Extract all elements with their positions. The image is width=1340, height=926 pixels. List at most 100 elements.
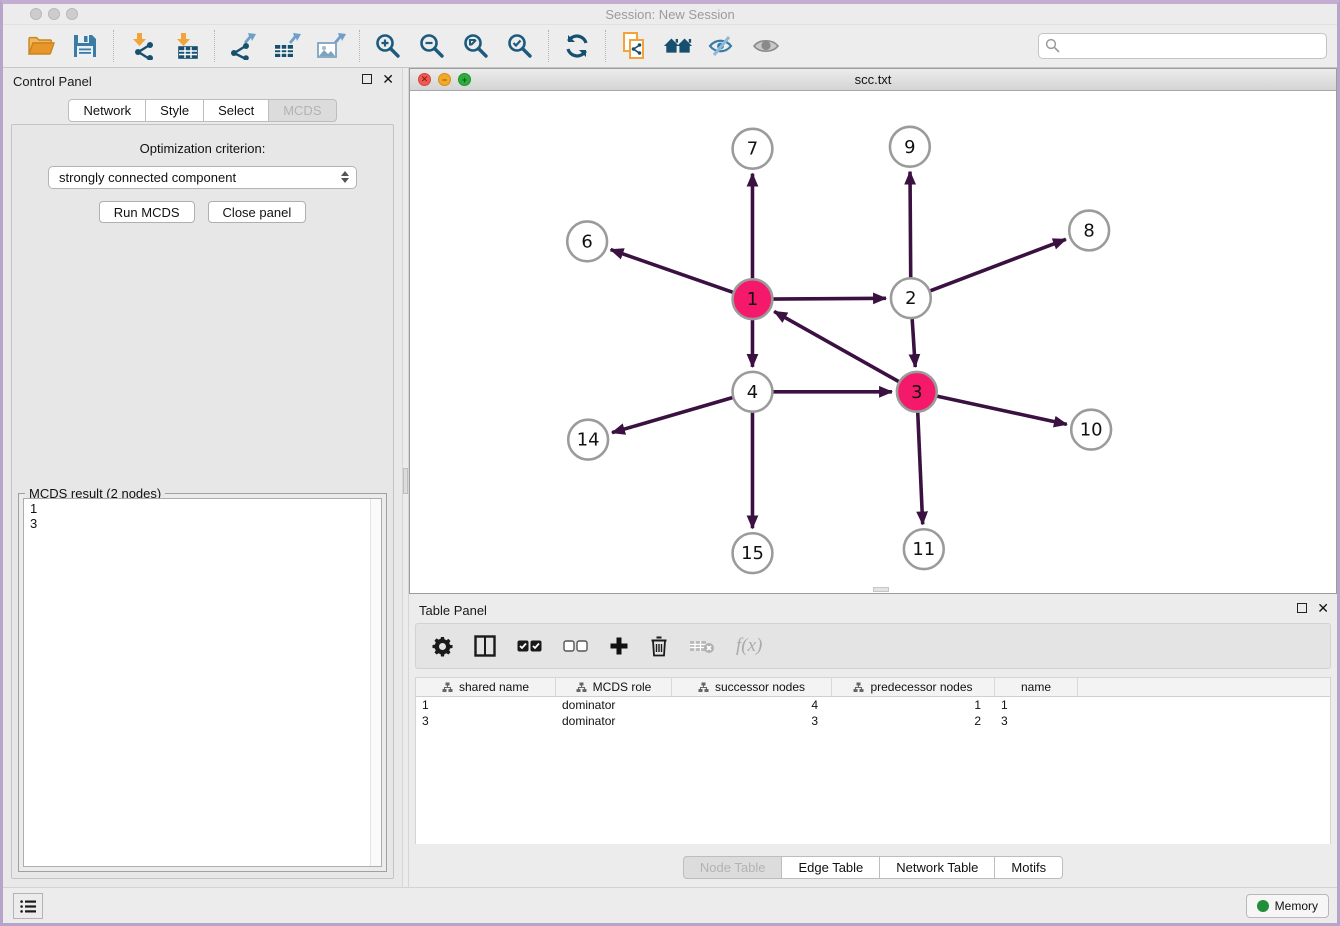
graph-edge-2-3[interactable] xyxy=(912,315,915,367)
cyndex-browse-button[interactable] xyxy=(663,31,693,61)
save-disk-icon xyxy=(72,33,98,59)
graph-node-11[interactable]: 11 xyxy=(904,529,944,569)
tab-motifs[interactable]: Motifs xyxy=(995,856,1063,879)
graph-node-8[interactable]: 8 xyxy=(1069,211,1109,251)
graph-node-label: 15 xyxy=(741,543,764,564)
tab-edge-table[interactable]: Edge Table xyxy=(782,856,880,879)
float-table-panel-icon[interactable] xyxy=(1297,603,1307,613)
delete-table-button[interactable] xyxy=(689,638,715,654)
export-network-button[interactable] xyxy=(228,31,258,61)
os-titlebar: Session: New Session xyxy=(3,4,1337,25)
column-header-predecessor-nodes[interactable]: predecessor nodes xyxy=(832,678,995,696)
import-table-button[interactable] xyxy=(171,31,201,61)
table-row[interactable]: 3dominator323 xyxy=(416,713,1330,729)
table-cell[interactable]: dominator xyxy=(556,713,672,729)
network-graph[interactable]: 7 9 6 8 1 2 4 3 14 10 15 11 xyxy=(410,91,1336,593)
run-mcds-button[interactable]: Run MCDS xyxy=(99,201,195,223)
graph-node-1[interactable]: 1 xyxy=(733,279,773,319)
show-graphics-button[interactable] xyxy=(751,31,781,61)
network-canvas[interactable]: 7 9 6 8 1 2 4 3 14 10 15 11 xyxy=(410,91,1336,593)
graph-node-15[interactable]: 15 xyxy=(733,533,773,573)
graph-node-14[interactable]: 14 xyxy=(568,420,608,460)
result-scrollbar[interactable] xyxy=(370,499,381,866)
table-cell[interactable]: 1 xyxy=(995,697,1078,713)
canvas-resize-grip[interactable] xyxy=(873,587,889,592)
export-image-button[interactable] xyxy=(316,31,346,61)
hide-graphics-button[interactable] xyxy=(707,31,737,61)
tab-style[interactable]: Style xyxy=(146,99,204,122)
memory-button[interactable]: Memory xyxy=(1246,894,1329,918)
graph-edge-1-6[interactable] xyxy=(611,250,737,294)
show-task-history-button[interactable] xyxy=(13,893,43,919)
graph-node-9[interactable]: 9 xyxy=(890,127,930,167)
column-header-successor-nodes[interactable]: successor nodes xyxy=(672,678,832,696)
graph-edge-3-1[interactable] xyxy=(774,311,902,383)
optimization-label: Optimization criterion: xyxy=(12,141,393,156)
table-options-button[interactable] xyxy=(432,636,453,657)
search-input[interactable] xyxy=(1038,33,1327,59)
table-cell[interactable]: 2 xyxy=(832,713,995,729)
table-cell[interactable]: 1 xyxy=(832,697,995,713)
export-table-icon xyxy=(272,32,302,60)
table-cell[interactable]: 4 xyxy=(672,697,832,713)
table-cell[interactable]: 3 xyxy=(416,713,556,729)
unselect-all-button[interactable] xyxy=(563,640,588,652)
zoom-selected-button[interactable] xyxy=(505,31,535,61)
column-type-icon xyxy=(442,682,453,693)
graph-node-7[interactable]: 7 xyxy=(733,129,773,169)
mcds-result-text[interactable]: 1 3 xyxy=(23,498,382,867)
table-cell[interactable]: 3 xyxy=(672,713,832,729)
graph-edge-2-8[interactable] xyxy=(927,239,1066,292)
table-row[interactable]: 1dominator411 xyxy=(416,697,1330,713)
zoom-in-button[interactable] xyxy=(373,31,403,61)
graph-node-label: 1 xyxy=(747,289,758,310)
float-panel-icon[interactable] xyxy=(362,74,372,84)
graph-edge-2-9[interactable] xyxy=(910,172,911,282)
network-window-titlebar[interactable]: ✕ − + scc.txt xyxy=(410,69,1336,91)
graph-node-2[interactable]: 2 xyxy=(891,278,931,318)
graph-edge-3-11[interactable] xyxy=(918,409,923,525)
trash-icon xyxy=(650,636,668,657)
column-header-shared-name[interactable]: shared name xyxy=(416,678,556,696)
vertical-splitter[interactable] xyxy=(402,68,409,887)
column-header-mcds-role[interactable]: MCDS role xyxy=(556,678,672,696)
show-column-panel-button[interactable] xyxy=(474,635,496,657)
unchecked-boxes-icon xyxy=(563,640,588,652)
save-session-button[interactable] xyxy=(70,31,100,61)
close-table-panel-icon[interactable]: ✕ xyxy=(1317,603,1329,613)
table-cell[interactable]: 3 xyxy=(995,713,1078,729)
delete-column-button[interactable] xyxy=(650,636,668,657)
tab-node-table[interactable]: Node Table xyxy=(683,856,783,879)
splitter-grip[interactable] xyxy=(403,468,408,494)
graph-node-3[interactable]: 3 xyxy=(897,372,937,412)
clone-network-button[interactable] xyxy=(619,31,649,61)
table-cell[interactable]: dominator xyxy=(556,697,672,713)
graph-edge-3-10[interactable] xyxy=(933,395,1066,424)
tab-network-table[interactable]: Network Table xyxy=(880,856,995,879)
import-network-button[interactable] xyxy=(127,31,157,61)
open-session-button[interactable] xyxy=(26,31,56,61)
export-table-button[interactable] xyxy=(272,31,302,61)
select-all-button[interactable] xyxy=(517,640,542,652)
graph-node-10[interactable]: 10 xyxy=(1071,410,1111,450)
graph-node-4[interactable]: 4 xyxy=(733,372,773,412)
tab-select[interactable]: Select xyxy=(204,99,269,122)
graph-node-6[interactable]: 6 xyxy=(567,221,607,261)
zoom-fit-button[interactable] xyxy=(461,31,491,61)
tab-mcds[interactable]: MCDS xyxy=(269,99,336,122)
close-panel-icon[interactable]: ✕ xyxy=(382,74,394,84)
graph-edge-1-2[interactable] xyxy=(769,298,886,299)
graph-edge-4-14[interactable] xyxy=(612,397,736,433)
close-panel-button[interactable]: Close panel xyxy=(208,201,307,223)
table-panel-title: Table Panel xyxy=(419,603,487,618)
apply-style-button[interactable] xyxy=(562,31,592,61)
gear-icon xyxy=(432,636,453,657)
function-builder-button[interactable]: f(x) xyxy=(736,635,762,657)
create-column-button[interactable] xyxy=(609,636,629,656)
tab-network[interactable]: Network xyxy=(68,99,146,122)
table-cell[interactable]: 1 xyxy=(416,697,556,713)
criterion-dropdown[interactable]: strongly connected component xyxy=(48,166,357,189)
column-header-name[interactable]: name xyxy=(995,678,1078,696)
zoom-in-icon xyxy=(374,32,402,60)
zoom-out-button[interactable] xyxy=(417,31,447,61)
